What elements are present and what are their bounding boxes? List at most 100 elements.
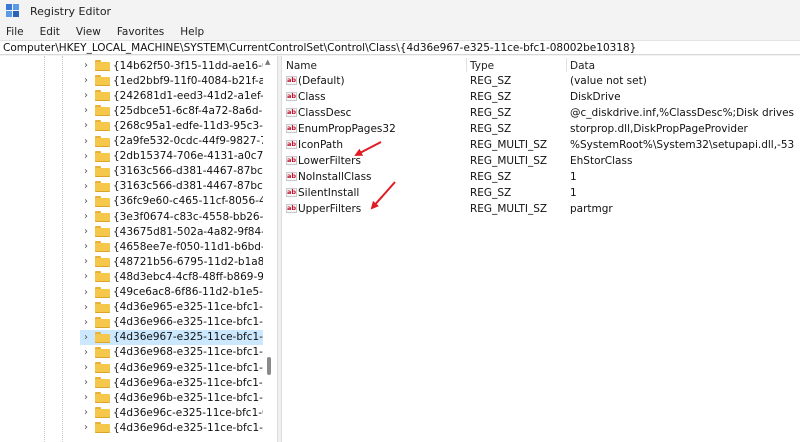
tree-item[interactable]: › {242681d1-eed3-41d2-a1ef-1468fc bbox=[80, 88, 263, 103]
chevron-right-icon[interactable]: › bbox=[80, 196, 92, 207]
tree-item[interactable]: › {4d36e969-e325-11ce-bfc1-08002b bbox=[80, 360, 263, 375]
values-list-pane[interactable]: Name Type Data ab (Default) REG_SZ (value n… bbox=[282, 56, 800, 442]
chevron-right-icon[interactable]: › bbox=[80, 105, 92, 116]
tree-item[interactable]: › {36fc9e60-c465-11cf-8056-444553 bbox=[80, 194, 263, 209]
chevron-right-icon[interactable]: › bbox=[80, 151, 92, 162]
column-header-name[interactable]: Name bbox=[286, 58, 317, 74]
tree-item-label: {49ce6ac8-6f86-11d2-b1e5-0080c7 bbox=[113, 286, 263, 299]
menu-file[interactable]: File bbox=[0, 26, 32, 38]
chevron-right-icon[interactable]: › bbox=[80, 377, 92, 388]
chevron-right-icon[interactable]: › bbox=[80, 256, 92, 267]
value-data: %SystemRoot%\System32\setupapi.dll,-53 bbox=[570, 139, 795, 151]
tree-item[interactable]: › {4d36e968-e325-11ce-bfc1-08002b bbox=[80, 345, 263, 360]
chevron-right-icon[interactable]: › bbox=[80, 60, 92, 71]
value-type: REG_MULTI_SZ bbox=[470, 203, 548, 215]
value-row[interactable]: ab LowerFilters REG_MULTI_SZ EhStorClass bbox=[282, 153, 800, 169]
chevron-right-icon[interactable]: › bbox=[80, 302, 92, 313]
menu-favorites[interactable]: Favorites bbox=[109, 26, 172, 38]
chevron-right-icon[interactable]: › bbox=[80, 347, 92, 358]
column-separator[interactable] bbox=[466, 58, 467, 72]
tree-item[interactable]: › {4d36e96c-e325-11ce-bfc1-08002b bbox=[80, 405, 263, 420]
tree-item[interactable]: › {3163c566-d381-4467-87bc-a65a1 bbox=[80, 164, 263, 179]
folder-icon bbox=[95, 362, 110, 374]
tree-item[interactable]: › {1ed2bbf9-11f0-4084-b21f-ad83a8 bbox=[80, 73, 263, 88]
key-tree-pane[interactable]: › {14b62f50-3f15-11dd-ae16-08002( › {1ed2bb… bbox=[0, 56, 277, 442]
chevron-right-icon[interactable]: › bbox=[80, 271, 92, 282]
tree-item[interactable]: › {2a9fe532-0cdc-44f9-9827-76192f bbox=[80, 134, 263, 149]
menu-help[interactable]: Help bbox=[172, 26, 212, 38]
tree-item-label: {43675d81-502a-4a82-9f84-b75f41 bbox=[113, 225, 263, 238]
chevron-right-icon[interactable]: › bbox=[80, 287, 92, 298]
menu-edit[interactable]: Edit bbox=[32, 26, 68, 38]
string-value-icon: ab bbox=[286, 108, 297, 117]
tree-item[interactable]: › {48d3ebc4-4cf8-48ff-b869-9c68ad bbox=[80, 269, 263, 284]
tree-item[interactable]: › {4d36e96b-e325-11ce-bfc1-08002b bbox=[80, 390, 263, 405]
menu-view[interactable]: View bbox=[68, 26, 109, 38]
address-path[interactable]: Computer\HKEY_LOCAL_MACHINE\SYSTEM\Curre… bbox=[3, 42, 636, 54]
chevron-right-icon[interactable]: › bbox=[80, 241, 92, 252]
string-value-icon: ab bbox=[286, 140, 297, 149]
chevron-right-icon[interactable]: › bbox=[80, 166, 92, 177]
chevron-right-icon[interactable]: › bbox=[80, 226, 92, 237]
tree-item[interactable]: › {268c95a1-edfe-11d3-95c3-0010dc bbox=[80, 118, 263, 133]
tree-item[interactable]: › {3163c566-d381-4467-87bc-a65a1 bbox=[80, 179, 263, 194]
folder-icon bbox=[95, 150, 110, 162]
tree-item-label: {14b62f50-3f15-11dd-ae16-08002( bbox=[113, 59, 263, 72]
tree-item-label: {4d36e969-e325-11ce-bfc1-08002b bbox=[113, 361, 263, 374]
tree-item[interactable]: › {3e3f0674-c83c-4558-bb26-9820e bbox=[80, 209, 263, 224]
chevron-right-icon[interactable]: › bbox=[80, 181, 92, 192]
column-header-data[interactable]: Data bbox=[570, 58, 595, 74]
tree-item[interactable]: › {43675d81-502a-4a82-9f84-b75f41 bbox=[80, 224, 263, 239]
scroll-up-arrow-icon[interactable]: ▲ bbox=[265, 58, 270, 66]
value-row[interactable]: ab UpperFilters REG_MULTI_SZ partmgr bbox=[282, 201, 800, 217]
tree-item-label: {25dbce51-6c8f-4a72-8a6d-b54c2t bbox=[113, 104, 263, 117]
tree-scrollbar-thumb[interactable] bbox=[267, 357, 271, 375]
chevron-right-icon[interactable]: › bbox=[80, 75, 92, 86]
value-data: (value not set) bbox=[570, 75, 647, 87]
value-row[interactable]: ab (Default) REG_SZ (value not set) bbox=[282, 73, 800, 89]
folder-icon bbox=[95, 120, 110, 132]
tree-item[interactable]: › {2db15374-706e-4131-a0c7-d7c78 bbox=[80, 149, 263, 164]
tree-item[interactable]: › {14b62f50-3f15-11dd-ae16-08002( bbox=[80, 58, 263, 73]
tree-item[interactable]: › {49ce6ac8-6f86-11d2-b1e5-0080c7 bbox=[80, 285, 263, 300]
column-header-type[interactable]: Type bbox=[470, 58, 494, 74]
tree-item-label: {4d36e96a-e325-11ce-bfc1-08002b bbox=[113, 376, 263, 389]
chevron-right-icon[interactable]: › bbox=[80, 332, 92, 343]
folder-icon bbox=[95, 346, 110, 358]
tree-item[interactable]: › {4d36e96a-e325-11ce-bfc1-08002b bbox=[80, 375, 263, 390]
tree-item[interactable]: › {4d36e967-e325-11ce-bfc1-08002b bbox=[80, 329, 263, 345]
value-row[interactable]: ab ClassDesc REG_SZ @c_diskdrive.inf,%Class… bbox=[282, 105, 800, 121]
value-row[interactable]: ab EnumPropPages32 REG_SZ storprop.dll,Disk… bbox=[282, 121, 800, 137]
tree-item[interactable]: › {4d36e96d-e325-11ce-bfc1-08002b bbox=[80, 420, 263, 435]
chevron-right-icon[interactable]: › bbox=[80, 362, 92, 373]
chevron-right-icon[interactable]: › bbox=[80, 211, 92, 222]
tree-item[interactable]: › {4d36e966-e325-11ce-bfc1-08002b bbox=[80, 315, 263, 330]
value-row[interactable]: ab SilentInstall REG_SZ 1 bbox=[282, 185, 800, 201]
chevron-right-icon[interactable]: › bbox=[80, 136, 92, 147]
value-name: (Default) bbox=[298, 75, 345, 87]
tree-scrollbar[interactable] bbox=[263, 56, 275, 442]
value-data: partmgr bbox=[570, 203, 613, 215]
folder-icon bbox=[95, 331, 110, 343]
chevron-right-icon[interactable]: › bbox=[80, 392, 92, 403]
address-bar[interactable]: Computer\HKEY_LOCAL_MACHINE\SYSTEM\Curre… bbox=[0, 40, 800, 55]
tree-item[interactable]: › {4658ee7e-f050-11d1-b6bd-00c04 bbox=[80, 239, 263, 254]
chevron-right-icon[interactable]: › bbox=[80, 407, 92, 418]
chevron-right-icon[interactable]: › bbox=[80, 422, 92, 433]
chevron-right-icon[interactable]: › bbox=[80, 317, 92, 328]
chevron-right-icon[interactable]: › bbox=[80, 90, 92, 101]
tree-item-label: {4d36e965-e325-11ce-bfc1-08002b bbox=[113, 301, 263, 314]
value-row[interactable]: ab NoInstallClass REG_SZ 1 bbox=[282, 169, 800, 185]
value-row[interactable]: ab IconPath REG_MULTI_SZ %SystemRoot%\Syste… bbox=[282, 137, 800, 153]
value-row[interactable]: ab Class REG_SZ DiskDrive bbox=[282, 89, 800, 105]
tree-item-label: {242681d1-eed3-41d2-a1ef-1468fc bbox=[113, 89, 263, 102]
tree-item[interactable]: › {48721b56-6795-11d2-b1a8-0080c bbox=[80, 254, 263, 269]
tree-item-label: {2db15374-706e-4131-a0c7-d7c78 bbox=[113, 150, 263, 163]
value-name: Class bbox=[298, 91, 326, 103]
chevron-right-icon[interactable]: › bbox=[80, 120, 92, 131]
tree-item[interactable]: › {4d36e965-e325-11ce-bfc1-08002b bbox=[80, 300, 263, 315]
tree-item[interactable]: › {25dbce51-6c8f-4a72-8a6d-b54c2t bbox=[80, 103, 263, 118]
column-separator[interactable] bbox=[566, 58, 567, 72]
tree-item-label: {1ed2bbf9-11f0-4084-b21f-ad83a8 bbox=[113, 74, 263, 87]
value-name: UpperFilters bbox=[298, 203, 362, 215]
